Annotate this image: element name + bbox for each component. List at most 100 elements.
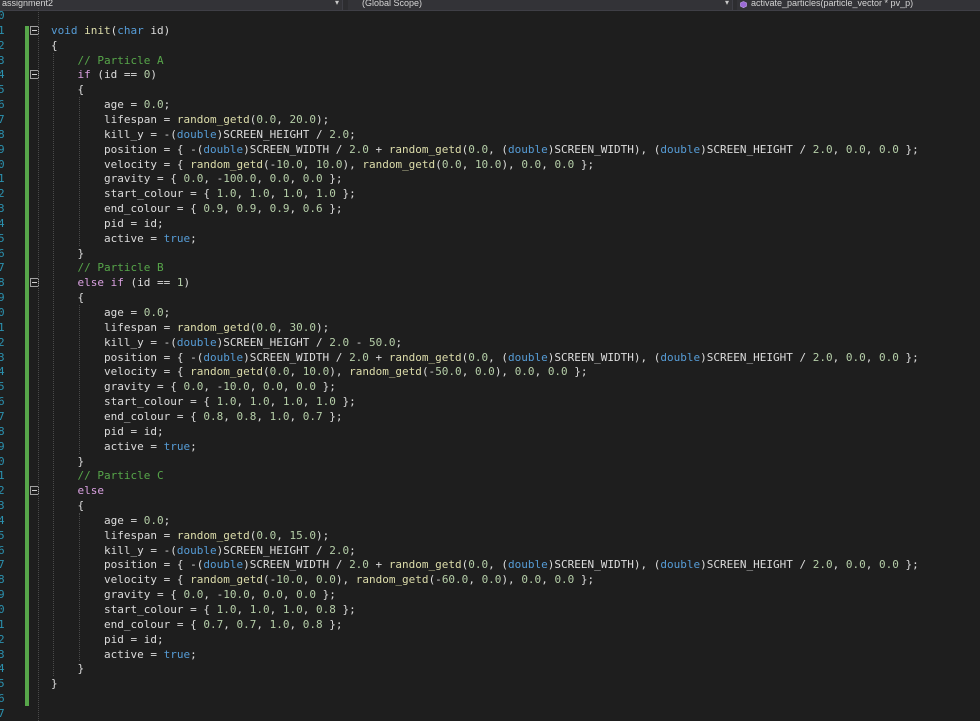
code-text: gravity = { 0.0, -100.0, 0.0, 0.0 }; — [103, 172, 343, 186]
code-text: position = { -(double)SCREEN_WIDTH / 2.0… — [103, 142, 919, 156]
code-line[interactable]: 1 gravity = { 0.0, -100.0, 0.0, 0.0 }; — [0, 171, 980, 186]
code-line[interactable]: 9 active = true; — [0, 439, 980, 454]
code-text: pid = id; — [103, 424, 164, 438]
code-line[interactable]: 1 void init(char id) — [0, 23, 980, 38]
code-text: start_colour = { 1.0, 1.0, 1.0, 1.0 }; — [103, 187, 356, 201]
code-line[interactable]: 4 pid = id; — [0, 216, 980, 231]
cube-icon — [740, 1, 747, 8]
code-line[interactable]: 8 kill_y = -(double)SCREEN_HEIGHT / 2.0; — [0, 127, 980, 142]
code-line[interactable]: 3 end_colour = { 0.9, 0.9, 0.9, 0.6 }; — [0, 201, 980, 216]
line-number: 6 — [0, 246, 5, 260]
code-line[interactable]: 8 velocity = { random_getd(-10.0, 0.0), … — [0, 572, 980, 587]
line-number: 2 — [0, 335, 5, 349]
code-line[interactable]: 0 velocity = { random_getd(-10.0, 10.0),… — [0, 157, 980, 172]
code-line[interactable]: 1 lifespan = random_getd(0.0, 30.0); — [0, 320, 980, 335]
code-text: lifespan = random_getd(0.0, 30.0); — [103, 320, 330, 334]
code-text: start_colour = { 1.0, 1.0, 1.0, 1.0 }; — [103, 395, 356, 409]
code-line[interactable]: 2 kill_y = -(double)SCREEN_HEIGHT / 2.0 … — [0, 335, 980, 350]
line-number: 7 — [0, 112, 5, 126]
code-line[interactable]: 4 if (id == 0) — [0, 67, 980, 82]
code-line[interactable]: 0 start_colour = { 1.0, 1.0, 1.0, 0.8 }; — [0, 602, 980, 617]
code-text: { — [51, 83, 85, 97]
code-line[interactable]: 4 age = 0.0; — [0, 513, 980, 528]
code-line[interactable]: 6 kill_y = -(double)SCREEN_HEIGHT / 2.0; — [0, 543, 980, 558]
line-number: 8 — [0, 573, 5, 587]
code-line[interactable]: 2 else — [0, 483, 980, 498]
code-text: active = true; — [103, 647, 197, 661]
line-number: 7 — [0, 261, 5, 275]
code-line[interactable]: 3 { — [0, 498, 980, 513]
code-line[interactable]: 1 end_colour = { 0.7, 0.7, 1.0, 0.8 }; — [0, 617, 980, 632]
code-line[interactable]: 5} — [0, 676, 980, 691]
code-line[interactable]: 6 } — [0, 246, 980, 261]
code-line[interactable]: 4 velocity = { random_getd(0.0, 10.0), r… — [0, 364, 980, 379]
code-text: velocity = { random_getd(-10.0, 0.0), ra… — [103, 573, 595, 587]
code-line[interactable]: 0 } — [0, 454, 980, 469]
code-line[interactable]: 1 // Particle C — [0, 468, 980, 483]
code-line[interactable]: 2 pid = id; — [0, 632, 980, 647]
code-text: lifespan = random_getd(0.0, 20.0); — [103, 112, 330, 126]
code-text: age = 0.0; — [103, 513, 171, 527]
line-number: 0 — [0, 454, 5, 468]
code-line[interactable]: 9 { — [0, 290, 980, 305]
code-text: void init(char id) — [51, 23, 171, 37]
code-line[interactable]: 9 position = { -(double)SCREEN_WIDTH / 2… — [0, 142, 980, 157]
line-number: 3 — [0, 647, 5, 661]
chevron-down-icon: ▾ — [724, 0, 729, 7]
line-number: 6 — [0, 395, 5, 409]
code-line[interactable]: 0 — [0, 8, 980, 23]
line-number: 9 — [0, 291, 5, 305]
code-line[interactable]: 5 active = true; — [0, 231, 980, 246]
code-line[interactable]: 3 active = true; — [0, 647, 980, 662]
code-line[interactable]: 6 start_colour = { 1.0, 1.0, 1.0, 1.0 }; — [0, 394, 980, 409]
code-text: // Particle B — [77, 261, 164, 275]
code-line[interactable]: 5 gravity = { 0.0, -10.0, 0.0, 0.0 }; — [0, 379, 980, 394]
code-line[interactable]: 9 gravity = { 0.0, -10.0, 0.0, 0.0 }; — [0, 587, 980, 602]
code-text: } — [51, 677, 58, 691]
code-line[interactable]: 0 age = 0.0; — [0, 305, 980, 320]
code-text: lifespan = random_getd(0.0, 15.0); — [103, 528, 330, 542]
code-line[interactable]: 4 } — [0, 661, 980, 676]
project-name: assignment2 — [2, 0, 54, 8]
code-text: end_colour = { 0.7, 0.7, 1.0, 0.8 }; — [103, 617, 343, 631]
member-name: activate_particles(particle_vector * pv_… — [751, 0, 914, 8]
line-number: 3 — [0, 350, 5, 364]
code-line[interactable]: 7 lifespan = random_getd(0.0, 20.0); — [0, 112, 980, 127]
code-text: active = true; — [103, 231, 197, 245]
code-text: } — [51, 246, 85, 260]
line-number: 2 — [0, 38, 5, 52]
code-line[interactable]: 3 // Particle A — [0, 53, 980, 68]
code-line[interactable]: 6 — [0, 691, 980, 706]
code-text: velocity = { random_getd(0.0, 10.0), ran… — [103, 365, 588, 379]
code-text: start_colour = { 1.0, 1.0, 1.0, 0.8 }; — [103, 603, 356, 616]
code-text: velocity = { random_getd(-10.0, 10.0), r… — [103, 157, 595, 171]
line-number: 5 — [0, 231, 5, 245]
line-number: 5 — [0, 677, 5, 691]
code-line[interactable]: 3 position = { -(double)SCREEN_WIDTH / 2… — [0, 350, 980, 365]
code-text: if (id == 0) — [77, 68, 158, 82]
line-number: 1 — [0, 617, 5, 631]
code-line[interactable]: 8 pid = id; — [0, 424, 980, 439]
code-text: else — [77, 484, 105, 498]
code-line[interactable]: 7 position = { -(double)SCREEN_WIDTH / 2… — [0, 557, 980, 572]
code-line[interactable]: 2{ — [0, 38, 980, 53]
code-line[interactable]: 6 age = 0.0; — [0, 97, 980, 112]
line-number: 0 — [0, 9, 5, 22]
line-number: 4 — [0, 68, 5, 82]
code-text: // Particle C — [77, 469, 164, 483]
code-line[interactable]: 2 start_colour = { 1.0, 1.0, 1.0, 1.0 }; — [0, 186, 980, 201]
code-line[interactable]: 5 lifespan = random_getd(0.0, 15.0); — [0, 528, 980, 543]
code-line[interactable]: 8 else if (id == 1) — [0, 275, 980, 290]
code-editor[interactable]: 0 1 void init(char id) 2{3 // Particle A4 i… — [0, 8, 980, 721]
code-line[interactable]: 7 end_colour = { 0.8, 0.8, 1.0, 0.7 }; — [0, 409, 980, 424]
code-line[interactable]: 7 // Particle B — [0, 260, 980, 275]
code-line[interactable]: 5 { — [0, 82, 980, 97]
scope-name: (Global Scope) — [362, 0, 423, 8]
code-line[interactable]: 7 — [0, 706, 980, 721]
code-text: end_colour = { 0.8, 0.8, 1.0, 0.7 }; — [103, 409, 343, 423]
line-number: 9 — [0, 439, 5, 453]
line-number: 5 — [0, 528, 5, 542]
line-number: 9 — [0, 588, 5, 602]
code-text: age = 0.0; — [103, 306, 171, 319]
indent-guide — [53, 52, 54, 677]
